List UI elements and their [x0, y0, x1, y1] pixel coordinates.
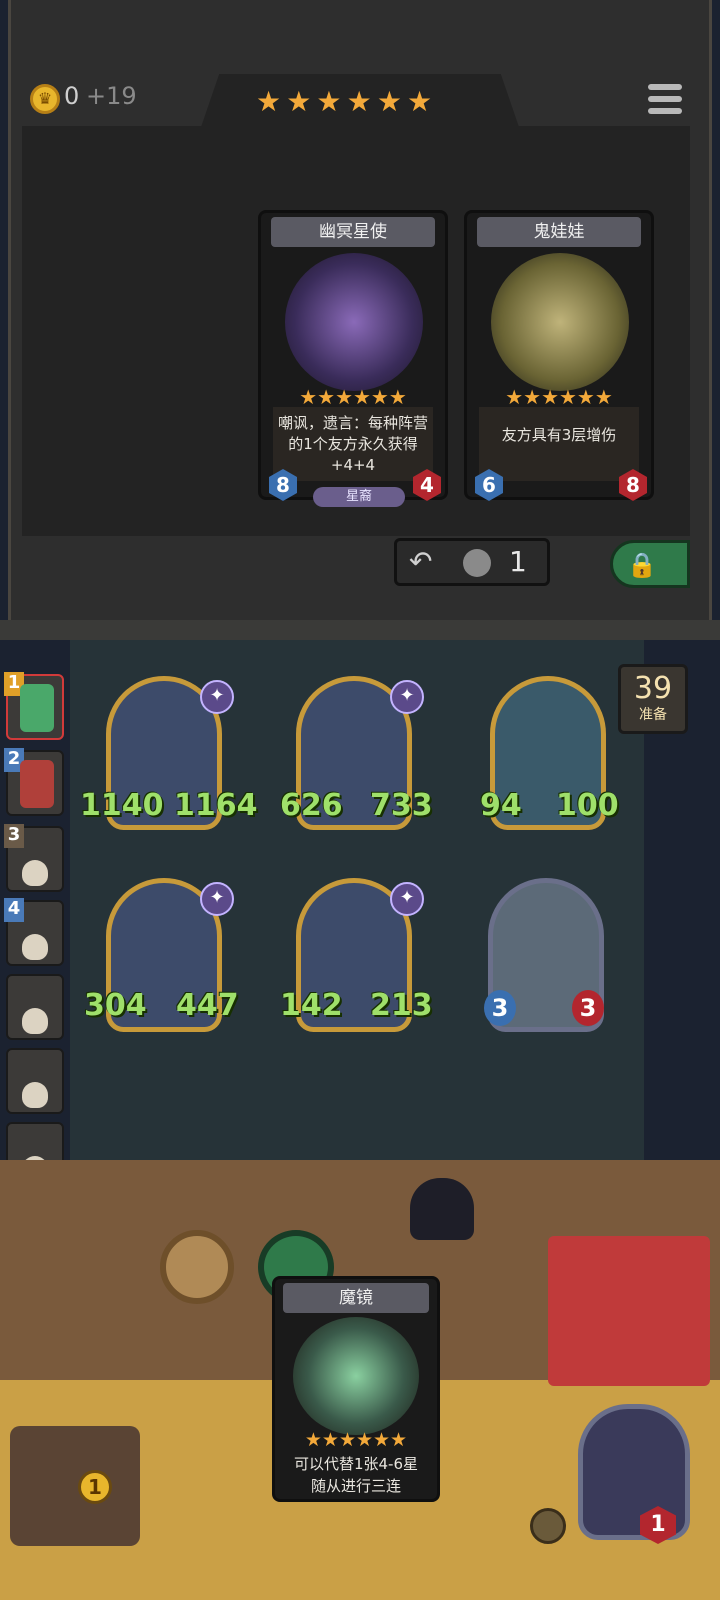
card-portrait	[293, 1317, 419, 1435]
card-stars: ★★★★★★	[304, 1429, 408, 1451]
minion-health: 733	[370, 788, 433, 823]
card-description: 嘲讽，遗言：每种阵营的1个友方永久获得+4+4	[273, 407, 433, 481]
minion-attack: 142	[280, 988, 343, 1023]
minion-attack: 1140	[80, 788, 164, 823]
leaderboard-slot[interactable]: 4	[4, 898, 64, 966]
card-description: 友方具有3层增伤	[479, 407, 639, 481]
hero-power-icon[interactable]	[530, 1508, 566, 1544]
cat-decoration	[410, 1178, 474, 1240]
refresh-arrow-icon: ↶	[409, 545, 433, 578]
player-avatar	[20, 684, 54, 732]
star-icon: ★	[286, 85, 312, 118]
card-name: 魔镜	[283, 1283, 429, 1313]
star-tribe-icon: ✦	[390, 882, 424, 916]
star-icon: ★	[256, 85, 282, 118]
card-stars: ★★★★★★	[505, 385, 613, 409]
silver-coin-icon	[463, 549, 491, 577]
menu-bar-icon	[648, 108, 682, 114]
card-description-line2: 随从进行三连	[310, 1477, 401, 1495]
tavern-tier-badge: 1	[78, 1470, 112, 1504]
sell-zone-button[interactable]	[160, 1230, 234, 1304]
menu-bar-icon	[648, 96, 682, 102]
minion-attack: 94	[480, 788, 522, 823]
minion-health: 213	[370, 988, 433, 1023]
leaderboard-slot[interactable]	[6, 1048, 64, 1114]
minion-health: 447	[176, 988, 239, 1023]
board-minion[interactable]: 3 3	[480, 878, 620, 1038]
board-minion[interactable]: ✦ 304 447	[84, 878, 254, 1038]
star-icon: ★	[346, 85, 372, 118]
star-tribe-icon: ✦	[200, 882, 234, 916]
gold-coin-icon: ♛	[30, 84, 60, 114]
card-name: 鬼娃娃	[477, 217, 641, 247]
menu-bar-icon	[648, 84, 682, 90]
shop-card-ghost-star[interactable]: 幽冥星使 ★★★★★★ 嘲讽，遗言：每种阵营的1个友方永久获得+4+4 8 4 …	[258, 210, 448, 507]
tribe-badge: 星裔	[313, 487, 405, 507]
star-icon: ★	[407, 85, 433, 118]
skull-icon	[22, 1008, 48, 1034]
star-icon: ★	[376, 85, 402, 118]
board-minion[interactable]: ✦ 1140 1164	[80, 676, 258, 836]
leaderboard-slot[interactable]: 3	[4, 824, 64, 892]
minion-attack: 304	[84, 988, 147, 1023]
leaderboard-slot[interactable]	[6, 974, 64, 1040]
freeze-shop-button[interactable]: 🔒	[610, 540, 690, 588]
shop-card-ghost-doll[interactable]: 鬼娃娃 ★★★★★★ 友方具有3层增伤 6 8	[464, 210, 654, 501]
star-tribe-icon: ✦	[390, 680, 424, 714]
card-description-line1: 可以代替1张4-6星	[293, 1455, 419, 1473]
star-tribe-icon: ✦	[200, 680, 234, 714]
rank-number: 3	[4, 824, 24, 848]
rank-number: 4	[4, 898, 24, 922]
hand-card-magic-mirror[interactable]: 魔镜 ★★★★★★ 可以代替1张4-6星 随从进行三连	[272, 1276, 440, 1502]
skull-icon	[22, 860, 48, 886]
tavern-tier-stars: ★ ★ ★ ★ ★ ★	[256, 88, 432, 116]
board-minion[interactable]: ✦ 626 733	[276, 676, 446, 836]
leaderboard-slot[interactable]: 2	[4, 748, 64, 816]
skull-icon	[22, 1082, 48, 1108]
player-avatar	[20, 760, 54, 808]
menu-button[interactable]	[648, 84, 682, 118]
card-portrait	[285, 253, 423, 391]
card-name: 幽冥星使	[271, 217, 435, 247]
tavern-tier-tab: ★ ★ ★ ★ ★ ★	[200, 74, 520, 130]
board-frame	[0, 620, 720, 640]
minion-health: 1164	[174, 788, 258, 823]
lock-icon: 🔒	[627, 551, 657, 579]
star-icon: ★	[316, 85, 342, 118]
card-portrait	[491, 253, 629, 391]
gold-income: +19	[86, 82, 137, 110]
gift-box-decoration	[548, 1236, 710, 1386]
refresh-cost: 1	[509, 545, 527, 578]
tavern-building-icon[interactable]	[10, 1426, 140, 1546]
minion-attack: 3	[484, 990, 516, 1026]
minion-health: 3	[572, 990, 604, 1026]
gold-amount: 0	[64, 82, 80, 110]
skull-icon	[22, 934, 48, 960]
refresh-shop-button[interactable]: ↶ 1	[394, 538, 550, 586]
card-stars: ★★★★★★	[299, 385, 407, 409]
board-minion[interactable]: ✦ 142 213	[276, 878, 446, 1038]
minion-health: 100	[556, 788, 619, 823]
minion-attack: 626	[280, 788, 343, 823]
board-minion[interactable]: 94 100	[480, 676, 650, 836]
leaderboard-slot[interactable]: 1	[4, 672, 64, 740]
